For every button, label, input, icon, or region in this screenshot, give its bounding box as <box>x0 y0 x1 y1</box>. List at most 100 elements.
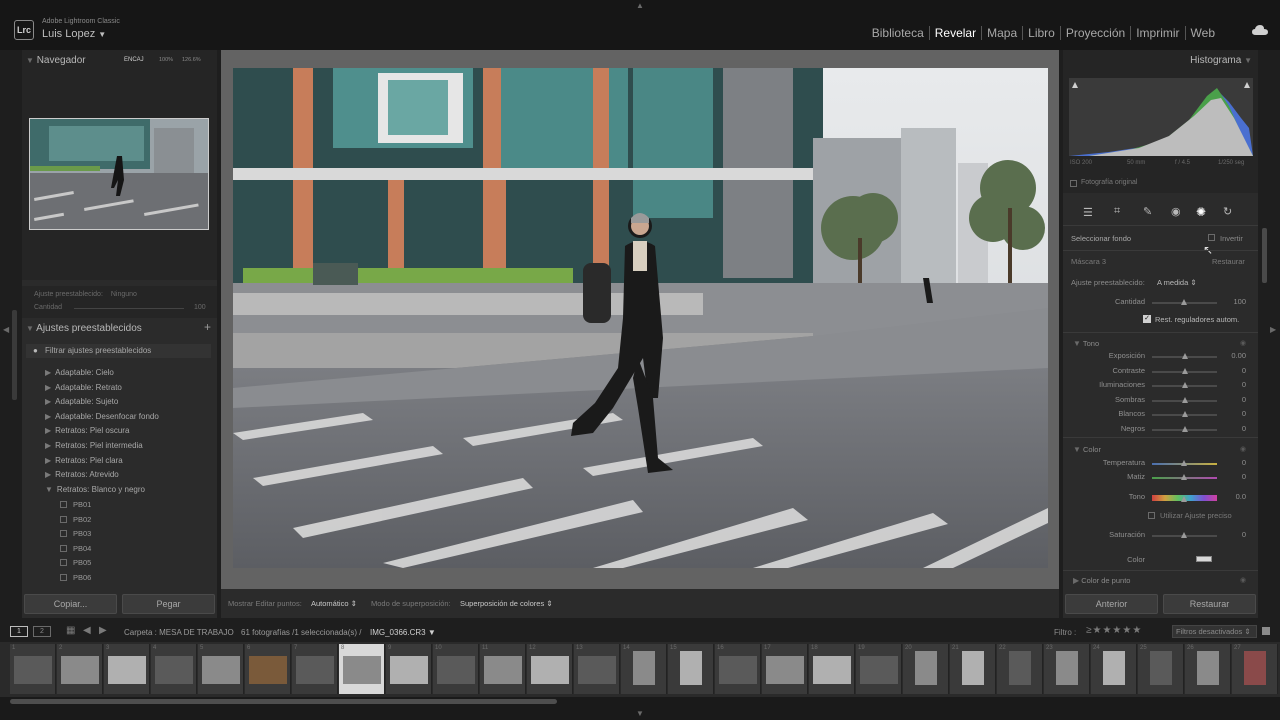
module-revelar[interactable]: Revelar <box>928 26 981 40</box>
hue-value[interactable]: 0.0 <box>1236 492 1246 501</box>
collapse-bottom-arrow-icon[interactable]: ▼ <box>636 709 644 718</box>
mask-preset-select[interactable]: A medida ⇕ <box>1157 278 1197 287</box>
filmstrip-thumbnail[interactable]: 18 <box>809 644 855 694</box>
tone-visibility-icon[interactable]: ◉ <box>1240 339 1246 347</box>
cloud-sync-icon[interactable] <box>1252 25 1268 35</box>
filmstrip-thumbnail[interactable]: 8 <box>339 644 385 694</box>
filmstrip-thumbnail[interactable]: 22 <box>997 644 1043 694</box>
histogram-collapse-icon[interactable]: ▼ <box>1244 56 1252 65</box>
tone-slider-row[interactable]: Negros 0 <box>1063 424 1258 436</box>
saturation-knob[interactable] <box>1181 532 1187 538</box>
main-window-button[interactable]: 1 <box>10 626 28 637</box>
preset-group[interactable]: ▶ Adaptable: Sujeto <box>45 397 118 406</box>
invert-checkbox[interactable] <box>1208 234 1215 241</box>
copy-button[interactable]: Copiar... <box>24 594 117 614</box>
navigator-zoom-100[interactable]: 100% <box>159 57 173 63</box>
red-eye-icon[interactable]: ◉ <box>1171 205 1181 218</box>
point-color-visibility-icon[interactable]: ◉ <box>1240 576 1246 584</box>
tone-slider-knob[interactable] <box>1181 425 1188 432</box>
hue-knob[interactable] <box>1181 496 1187 502</box>
filmstrip-thumbnail[interactable]: 5 <box>198 644 244 694</box>
histogram-header[interactable]: Histograma ▼ <box>1190 55 1252 66</box>
filmstrip-thumbnail[interactable]: 2 <box>57 644 103 694</box>
tone-slider-row[interactable]: Exposición 0.00 <box>1063 351 1258 363</box>
navigator-fit[interactable]: ENCAJ <box>124 57 144 63</box>
module-proyeccion[interactable]: Proyección <box>1059 26 1130 40</box>
filmstrip-thumbnail[interactable]: 3 <box>104 644 150 694</box>
presets-header[interactable]: ▼ Ajustes preestablecidos <box>26 323 142 334</box>
masking-icon[interactable]: ✺ <box>1196 205 1206 219</box>
filmstrip-thumbnail[interactable]: 16 <box>715 644 761 694</box>
module-libro[interactable]: Libro <box>1022 26 1060 40</box>
filmstrip-thumbnail[interactable]: 25 <box>1138 644 1184 694</box>
histogram-graph[interactable] <box>1069 78 1253 156</box>
preset-item[interactable]: PB01 <box>60 500 91 509</box>
add-preset-icon[interactable]: + <box>204 320 211 334</box>
point-color-expand-icon[interactable]: ▶ <box>1073 576 1079 585</box>
right-panel-scrollbar[interactable] <box>1262 228 1267 283</box>
tone-slider-knob[interactable] <box>1181 353 1188 359</box>
tone-collapse-icon[interactable]: ▼ <box>1073 339 1081 348</box>
filmstrip-thumbnail[interactable]: 24 <box>1091 644 1137 694</box>
navigator-zoom-custom[interactable]: 126.6% <box>182 57 201 63</box>
point-color-header[interactable]: ▶ Color de punto <box>1073 576 1130 585</box>
preset-filter-input[interactable]: ● Filtrar ajustes preestablecidos <box>26 344 211 358</box>
tone-slider-row[interactable]: Sombras 0 <box>1063 395 1258 407</box>
filter-select[interactable]: Filtros desactivados ⇕ <box>1172 625 1257 638</box>
hue-slider-row[interactable]: Tono 0.0 <box>1063 492 1258 504</box>
filmstrip-thumbnail[interactable]: 7 <box>292 644 338 694</box>
saturation-value[interactable]: 0 <box>1242 530 1246 539</box>
preset-group[interactable]: ▶ Retratos: Piel intermedia <box>45 441 143 450</box>
filmstrip-thumbnail[interactable]: 26 <box>1185 644 1231 694</box>
mask-reset-link[interactable]: Restaurar <box>1212 257 1245 266</box>
previous-button[interactable]: Anterior <box>1065 594 1158 614</box>
preset-group[interactable]: ▼ Retratos: Blanco y negro <box>45 485 145 494</box>
collapse-left-arrow-icon[interactable]: ◀ <box>3 325 9 334</box>
show-edit-points-select[interactable]: Automático ⇕ <box>311 599 357 608</box>
preset-amount-slider[interactable] <box>74 308 184 309</box>
overlay-mode-select[interactable]: Superposición de colores ⇕ <box>460 599 553 608</box>
filmstrip-thumbnail[interactable]: 4 <box>151 644 197 694</box>
filmstrip-thumbnail[interactable]: 6 <box>245 644 291 694</box>
filmstrip-thumbnail[interactable]: 9 <box>386 644 432 694</box>
preset-group[interactable]: ▶ Adaptable: Retrato <box>45 383 122 392</box>
temperature-knob[interactable] <box>1181 460 1187 466</box>
star-rating-filter-icon[interactable]: ≥★★★★★ <box>1086 625 1142 636</box>
saturation-slider-row[interactable]: Saturación 0 <box>1063 530 1258 542</box>
paste-button[interactable]: Pegar <box>122 594 215 614</box>
tone-slider-value[interactable]: 0 <box>1242 424 1246 433</box>
module-imprimir[interactable]: Imprimir <box>1130 26 1184 40</box>
filmstrip-thumbnail[interactable]: 10 <box>433 644 479 694</box>
back-arrow-icon[interactable]: ◀ <box>83 625 91 636</box>
color-section-header[interactable]: ▼ Color <box>1073 445 1101 454</box>
tone-slider-knob[interactable] <box>1181 367 1188 374</box>
reset-tool-icon[interactable]: ↻ <box>1223 205 1232 218</box>
navigator-collapse-icon[interactable]: ▼ <box>26 56 34 65</box>
tone-slider-row[interactable]: Blancos 0 <box>1063 409 1258 421</box>
left-panel-scrollbar[interactable] <box>12 310 17 400</box>
filter-lock-icon[interactable] <box>1262 627 1270 635</box>
auto-reset-checkbox[interactable]: ✓ <box>1143 315 1151 323</box>
presets-collapse-icon[interactable]: ▼ <box>26 324 34 333</box>
tone-slider-value[interactable]: 0 <box>1242 366 1246 375</box>
color-collapse-icon[interactable]: ▼ <box>1073 445 1081 454</box>
preset-group[interactable]: ▶ Retratos: Atrevido <box>45 470 119 479</box>
filmstrip-thumbnail[interactable]: 14 <box>621 644 667 694</box>
mask-amount-slider-row[interactable]: Cantidad 100 <box>1063 297 1258 309</box>
filmstrip-scrollbar[interactable] <box>10 699 557 704</box>
tone-slider-row[interactable]: Iluminaciones 0 <box>1063 380 1258 392</box>
second-window-button[interactable]: 2 <box>33 626 51 637</box>
temperature-value[interactable]: 0 <box>1242 458 1246 467</box>
filmstrip-thumbnail[interactable]: 15 <box>668 644 714 694</box>
mask-amount-value[interactable]: 100 <box>1233 297 1246 306</box>
tone-slider-knob[interactable] <box>1181 382 1188 388</box>
reset-button[interactable]: Restaurar <box>1163 594 1256 614</box>
tone-slider-value[interactable]: 0 <box>1242 395 1246 404</box>
tint-slider-row[interactable]: Matiz 0 <box>1063 472 1258 484</box>
grid-view-icon[interactable]: ▦ <box>66 625 75 636</box>
tone-slider-knob[interactable] <box>1181 411 1188 417</box>
crop-icon[interactable]: ⌗ <box>1114 205 1120 218</box>
tone-slider-value[interactable]: 0 <box>1242 380 1246 389</box>
preset-group[interactable]: ▶ Retratos: Piel clara <box>45 456 123 465</box>
color-visibility-icon[interactable]: ◉ <box>1240 445 1246 453</box>
